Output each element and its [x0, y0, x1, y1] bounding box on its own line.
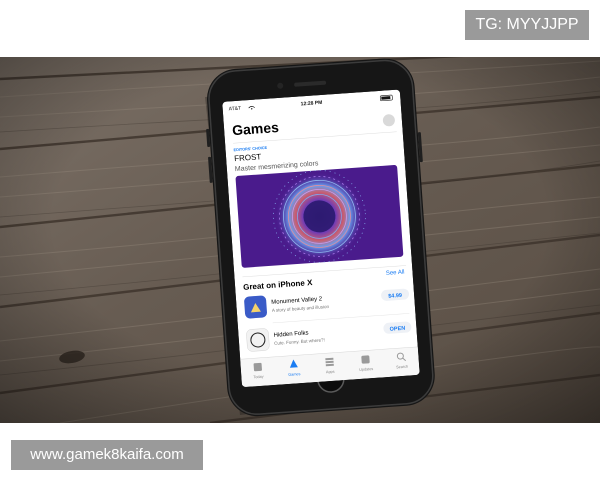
open-label: OPEN [389, 326, 405, 333]
updates-icon [361, 355, 370, 364]
photo-canvas: AT&T 12:28 PM Games EDITORS' CHOICE FROS… [0, 57, 600, 423]
tab-label: Apps [326, 370, 335, 375]
featured-artwork [235, 165, 404, 268]
page-title: Games [232, 119, 280, 138]
featured-name: FROST [234, 152, 262, 163]
hidden-folks-app-icon [246, 328, 270, 352]
phone-photo: AT&T 12:28 PM Games EDITORS' CHOICE FROS… [0, 57, 600, 423]
phone-screen: AT&T 12:28 PM Games EDITORS' CHOICE FROS… [222, 89, 420, 388]
today-icon [253, 362, 262, 372]
tab-label: Search [396, 365, 408, 370]
site-watermark-badge: www.gamek8kaifa.com [11, 440, 203, 470]
phone-device: AT&T 12:28 PM Games EDITORS' CHOICE FROS… [206, 58, 435, 417]
tab-label: Today [253, 375, 263, 380]
tg-watermark-badge: TG: MYYJJPP [465, 10, 589, 40]
price-label: $4.99 [388, 293, 402, 300]
status-carrier: AT&T [229, 106, 242, 113]
